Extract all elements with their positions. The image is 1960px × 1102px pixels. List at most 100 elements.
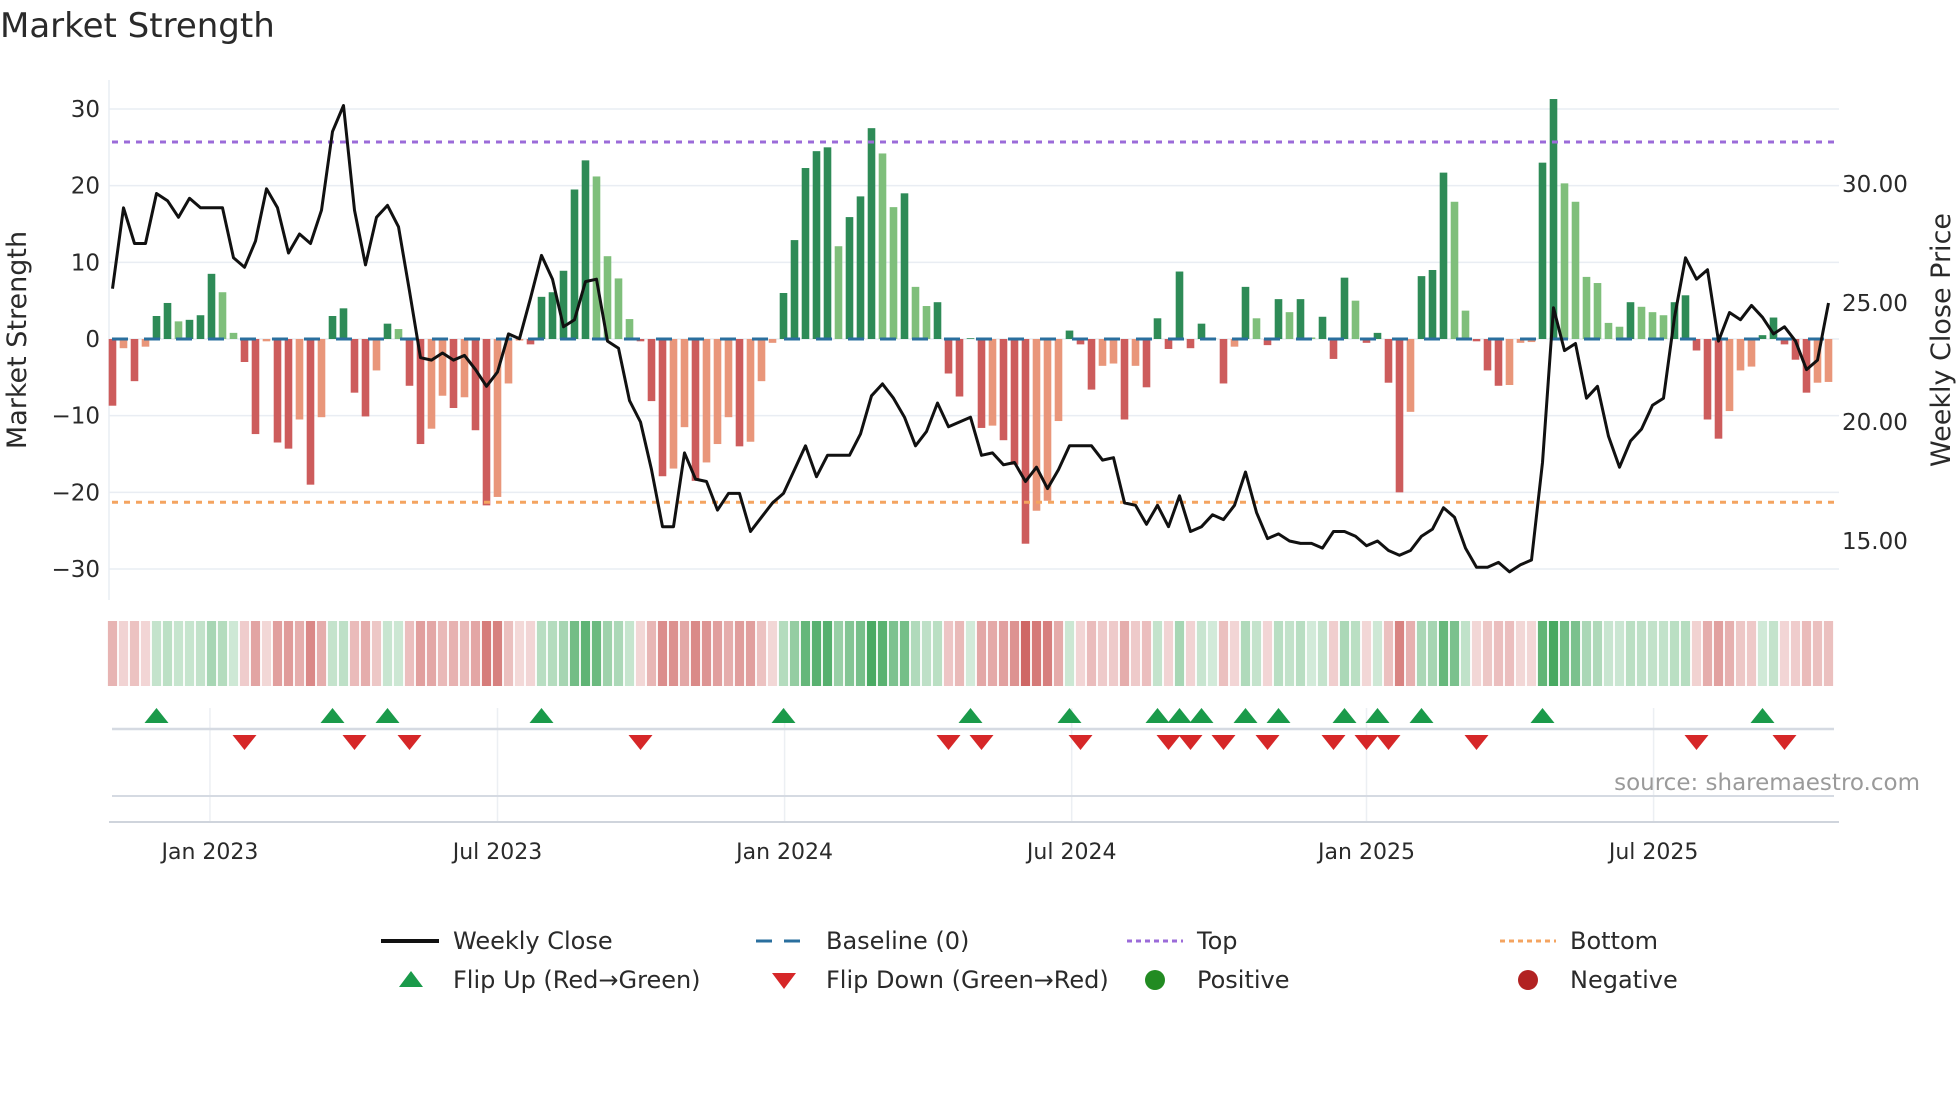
legend-item-top[interactable]: Top <box>1125 927 1238 955</box>
heatmap-cell <box>371 621 382 686</box>
triangle-down-icon <box>754 968 814 992</box>
strength-bar <box>1098 339 1107 366</box>
strength-bar <box>1659 315 1668 339</box>
heatmap-cell <box>1108 621 1119 686</box>
heatmap-cell <box>844 621 855 686</box>
strength-bar <box>1439 172 1448 339</box>
heatmap-cell <box>118 621 129 686</box>
legend-label: Weekly Close <box>453 927 613 955</box>
heatmap-cell <box>261 621 272 686</box>
heatmap-cell <box>1647 621 1658 686</box>
heatmap-cell <box>635 621 646 686</box>
strength-bar <box>1736 339 1745 371</box>
legend-item-flip-down[interactable]: Flip Down (Green→Red) <box>754 966 1109 994</box>
heatmap-cell <box>525 621 536 686</box>
strength-bar <box>1274 299 1283 339</box>
strength-bar <box>724 339 733 418</box>
strength-bar <box>1010 339 1019 465</box>
heatmap-cell <box>976 621 987 686</box>
heatmap-cell <box>1328 621 1339 686</box>
strength-bar <box>790 240 799 339</box>
legend-item-weekly-close[interactable]: Weekly Close <box>381 927 613 955</box>
flip-up-marker <box>1167 708 1192 723</box>
heatmap-cell <box>1460 621 1471 686</box>
strength-bar <box>427 339 436 429</box>
strength-bar <box>1417 276 1426 339</box>
legend-item-flip-up[interactable]: Flip Up (Red→Green) <box>381 966 701 994</box>
flip-up-marker <box>529 708 554 723</box>
strength-bar <box>207 273 216 339</box>
flip-down-marker <box>969 735 994 750</box>
strength-bar <box>1604 322 1613 339</box>
heatmap-cell <box>250 621 261 686</box>
heatmap-cell <box>426 621 437 686</box>
heatmap-cell <box>932 621 943 686</box>
y2-tick-label: 20.00 <box>1842 410 1908 436</box>
strength-bar <box>1692 339 1701 351</box>
heatmap-cell <box>503 621 514 686</box>
strength-bar <box>1219 339 1228 384</box>
heatmap-cell <box>294 621 305 686</box>
heatmap-cell <box>690 621 701 686</box>
strength-bar <box>1461 310 1470 339</box>
heatmap-cell <box>1020 621 1031 686</box>
heatmap-cell <box>789 621 800 686</box>
heatmap-cell <box>1449 621 1460 686</box>
heatmap-cell <box>1427 621 1438 686</box>
legend-item-positive[interactable]: Positive <box>1125 966 1290 994</box>
heatmap-cell <box>1768 621 1779 686</box>
flip-up-marker <box>1750 708 1775 723</box>
heatmap-cell <box>1757 621 1768 686</box>
strength-bar <box>1296 299 1305 339</box>
heatmap-cell <box>1119 621 1130 686</box>
strength-bar <box>405 339 414 386</box>
strength-bar <box>372 339 381 371</box>
heatmap-cell <box>822 621 833 686</box>
heatmap-cell <box>1713 621 1724 686</box>
strength-bar <box>229 332 238 339</box>
strength-bar <box>339 308 348 339</box>
heatmap-cell <box>129 621 140 686</box>
strength-bar <box>1351 300 1360 339</box>
heatmap-cell <box>1350 621 1361 686</box>
heatmap-cell <box>1152 621 1163 686</box>
strength-bar <box>240 339 249 363</box>
flip-down-marker <box>936 735 961 750</box>
strength-bar <box>1043 339 1052 501</box>
heatmap-cell <box>1658 621 1669 686</box>
heatmap-cell <box>778 621 789 686</box>
legend-label: Baseline (0) <box>826 927 970 955</box>
legend-item-baseline[interactable]: Baseline (0) <box>754 927 969 955</box>
heatmap-cell <box>239 621 250 686</box>
strength-bar <box>1494 339 1503 386</box>
heatmap-cell <box>987 621 998 686</box>
legend-item-bottom[interactable]: Bottom <box>1498 927 1658 955</box>
heatmap-cell <box>1735 621 1746 686</box>
flip-down-marker <box>628 735 653 750</box>
heatmap-cell <box>1405 621 1416 686</box>
heatmap-cell <box>404 621 415 686</box>
heatmap-cell <box>1240 621 1251 686</box>
strength-bar <box>823 147 832 339</box>
heatmap-cell <box>745 621 756 686</box>
strength-bar <box>328 315 337 339</box>
strength-bar <box>350 339 359 393</box>
flip-up-marker <box>1365 708 1390 723</box>
heatmap-cell <box>877 621 888 686</box>
strength-bar <box>185 319 194 339</box>
strength-bar <box>1318 316 1327 339</box>
strength-bar <box>1329 339 1338 359</box>
flip-up-marker <box>1332 708 1357 723</box>
strength-bar <box>438 339 447 396</box>
heatmap-cell <box>1031 621 1042 686</box>
flip-up-marker <box>375 708 400 723</box>
heatmap-cell <box>734 621 745 686</box>
strength-bar <box>1747 339 1756 367</box>
flip-up-marker <box>1530 708 1555 723</box>
heatmap-cell <box>1724 621 1735 686</box>
heatmap-cell <box>954 621 965 686</box>
heatmap-cell <box>1746 621 1757 686</box>
strength-bar <box>1153 318 1162 339</box>
legend-item-negative[interactable]: Negative <box>1498 966 1678 994</box>
heatmap-cell <box>888 621 899 686</box>
